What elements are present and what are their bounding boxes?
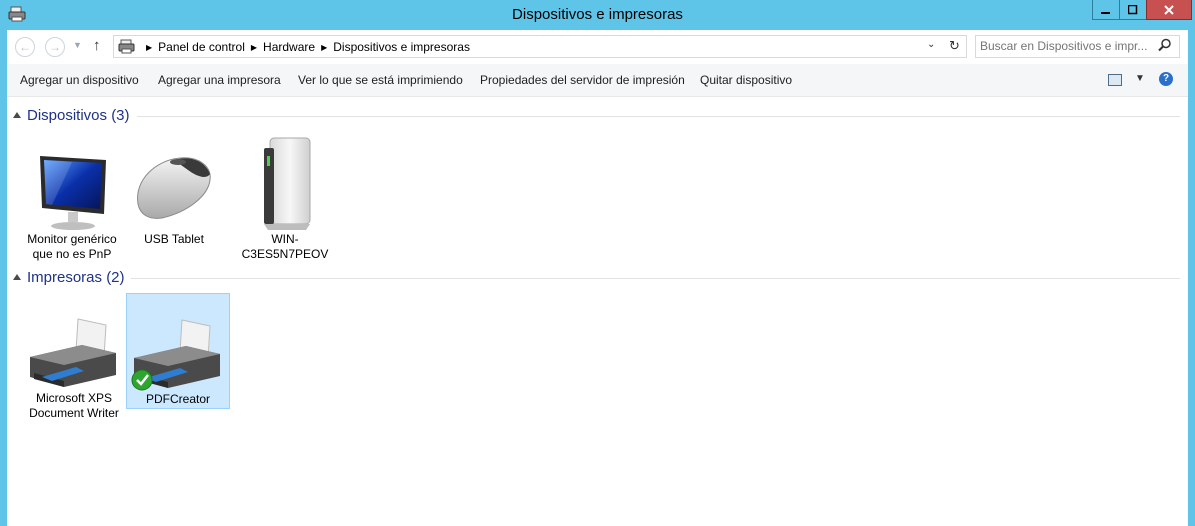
back-button[interactable]: ←	[15, 37, 35, 57]
window-content: ← → ▼ ↑ ▶ Panel de control ▶ Hardware ▶ …	[7, 30, 1188, 526]
breadcrumb: ▶ Panel de control ▶ Hardware ▶ Disposit…	[140, 40, 470, 54]
address-bar-row: ← → ▼ ↑ ▶ Panel de control ▶ Hardware ▶ …	[7, 30, 1188, 63]
collapse-arrow-icon[interactable]	[13, 112, 21, 118]
minimize-button[interactable]	[1092, 0, 1120, 20]
printer-label: Microsoft XPS Document Writer	[29, 391, 119, 420]
device-label: WIN-C3ES5N7PEOV	[241, 232, 329, 261]
devices-group-header[interactable]: Dispositivos (3)	[7, 106, 1188, 126]
search-box[interactable]	[975, 35, 1180, 58]
window-title: Dispositivos e impresoras	[512, 6, 683, 23]
see-whats-printing-button[interactable]: Ver lo que se está imprimiendo	[298, 73, 463, 87]
monitor-icon	[40, 156, 106, 230]
close-icon	[1164, 4, 1174, 15]
command-bar: Agregar un dispositivo Agregar una impre…	[7, 64, 1188, 97]
printer-label: PDFCreator	[145, 392, 210, 406]
maximize-icon	[1128, 4, 1138, 14]
help-icon[interactable]: ?	[1159, 72, 1173, 86]
breadcrumb-separator-icon[interactable]: ▶	[321, 43, 327, 52]
group-divider	[137, 116, 1180, 117]
add-device-button[interactable]: Agregar un dispositivo	[20, 73, 139, 87]
device-item[interactable]: Monitor genérico que no es PnP	[20, 132, 124, 262]
search-input[interactable]	[980, 39, 1155, 53]
breadcrumb-item-panel-de-control[interactable]: Panel de control	[158, 40, 245, 54]
breadcrumb-item-dispositivos-e-impresoras[interactable]: Dispositivos e impresoras	[333, 40, 470, 54]
forward-button[interactable]: →	[45, 37, 65, 57]
device-label: USB Tablet	[144, 232, 204, 246]
back-arrow-icon: ←	[19, 40, 31, 54]
device-item[interactable]: USB Tablet	[122, 132, 226, 262]
window: Dispositivos e impresoras ← → ▼ ↑ ▶ Pane…	[0, 0, 1195, 526]
address-bar[interactable]: ▶ Panel de control ▶ Hardware ▶ Disposit…	[113, 35, 967, 58]
close-button[interactable]	[1146, 0, 1192, 20]
title-bar[interactable]: Dispositivos e impresoras	[0, 0, 1195, 30]
address-dropdown-icon[interactable]: ⌄	[927, 39, 935, 50]
devices-group-title: Dispositivos (3)	[27, 107, 130, 124]
collapse-arrow-icon[interactable]	[13, 274, 21, 280]
printer-icon	[131, 319, 220, 391]
forward-arrow-icon: →	[49, 40, 61, 54]
device-label: Monitor genérico que no es PnP	[27, 232, 117, 261]
printer-item-selected[interactable]: PDFCreator	[126, 293, 230, 409]
breadcrumb-item-hardware[interactable]: Hardware	[263, 40, 315, 54]
add-printer-button[interactable]: Agregar una impresora	[158, 73, 281, 87]
up-arrow-icon: ↑	[93, 37, 101, 54]
up-button[interactable]: ↑	[93, 37, 101, 54]
device-item[interactable]: WIN-C3ES5N7PEOV	[233, 132, 337, 262]
minimize-icon	[1101, 11, 1110, 14]
search-icon[interactable]	[1158, 38, 1172, 52]
print-server-properties-button[interactable]: Propiedades del servidor de impresión	[480, 73, 685, 87]
devices-printers-icon	[118, 39, 135, 54]
printers-group-title: Impresoras (2)	[27, 269, 125, 286]
printer-item[interactable]: Microsoft XPS Document Writer	[22, 293, 126, 423]
mouse-icon	[137, 157, 211, 219]
breadcrumb-separator-icon[interactable]: ▶	[146, 43, 152, 52]
change-view-icon[interactable]	[1108, 74, 1122, 86]
group-divider	[131, 278, 1180, 279]
view-options-dropdown-icon[interactable]: ▼	[1135, 73, 1145, 84]
refresh-icon[interactable]: ↻	[949, 38, 960, 54]
computer-tower-icon	[264, 137, 311, 230]
maximize-button[interactable]	[1119, 0, 1147, 20]
recent-locations-dropdown[interactable]: ▼	[73, 40, 82, 50]
printers-group-header[interactable]: Impresoras (2)	[7, 268, 1188, 288]
remove-device-button[interactable]: Quitar dispositivo	[700, 73, 792, 87]
breadcrumb-separator-icon[interactable]: ▶	[251, 43, 257, 52]
printer-icon	[30, 318, 116, 387]
